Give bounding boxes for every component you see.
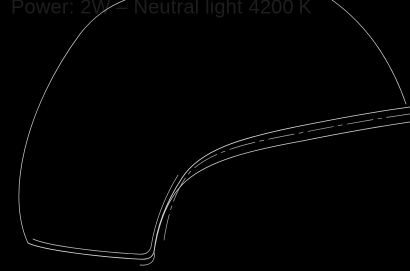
band-inner-line [153, 121, 410, 253]
band-dashed-line [163, 113, 410, 241]
shade-dome-outline [18, 0, 407, 244]
lamp-shade-outline [18, 0, 410, 266]
product-figure: Power: 2W – Neutral light 4200°K [0, 0, 410, 271]
shade-lines [18, 0, 410, 266]
shade-rim-inner [32, 174, 179, 255]
shade-rim-outer [27, 177, 183, 260]
